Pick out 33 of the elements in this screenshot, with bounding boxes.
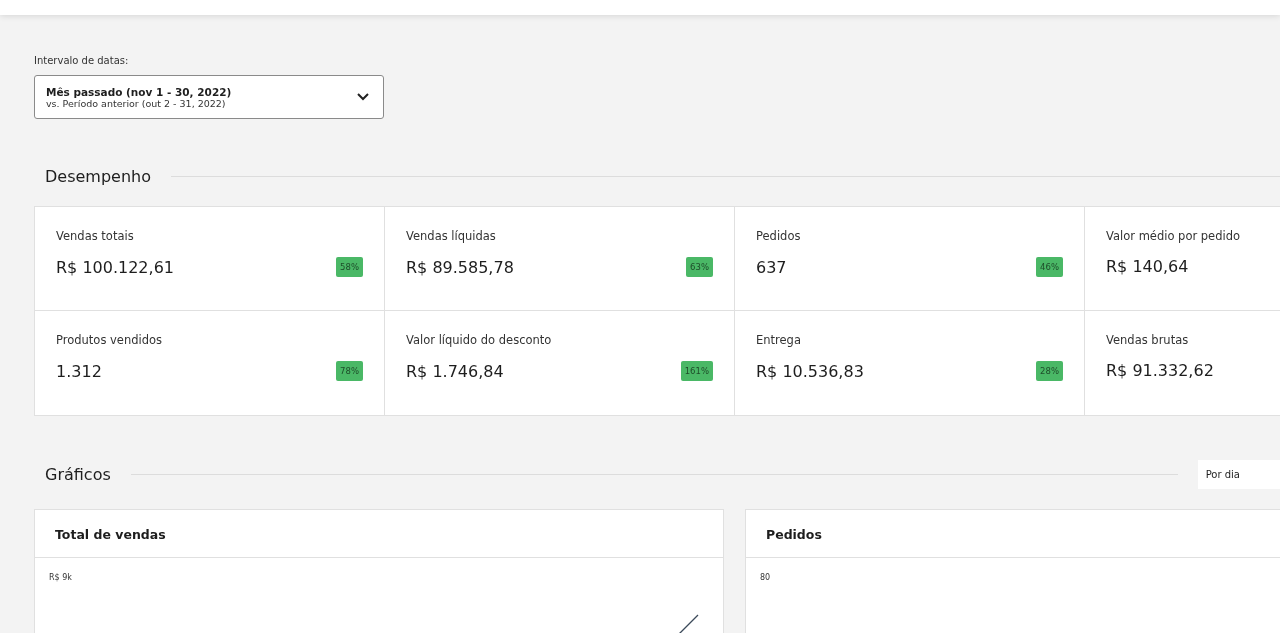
metric-label: Vendas líquidas bbox=[406, 229, 497, 243]
interval-select[interactable]: Por dia bbox=[1197, 460, 1280, 489]
metric-value: R$ 1.746,84 bbox=[406, 361, 504, 381]
metric-value: R$ 10.536,83 bbox=[756, 361, 864, 381]
metric-label: Vendas brutas bbox=[1106, 333, 1190, 347]
metric-label: Pedidos bbox=[756, 229, 802, 243]
chevron-down-icon bbox=[357, 93, 369, 101]
section-title: Desempenho bbox=[45, 167, 151, 186]
metric-value: R$ 100.122,61 bbox=[56, 257, 174, 277]
metric-label: Entrega bbox=[756, 333, 802, 347]
metric-label: Produtos vendidos bbox=[56, 333, 163, 347]
change-badge: 46% bbox=[1036, 257, 1063, 277]
metric-value: 1.312 bbox=[56, 361, 102, 381]
metric-value: 637 bbox=[756, 257, 787, 277]
metric-value: R$ 91.332,62 bbox=[1106, 361, 1214, 380]
date-range-dropdown[interactable]: Mês passado (nov 1 - 30, 2022) vs. Período anterior (out 2 - 31, 2022) bbox=[34, 75, 384, 119]
section-title: Gráficos bbox=[45, 465, 111, 484]
change-badge: 78% bbox=[336, 361, 363, 381]
chart-title: Total de vendas bbox=[55, 527, 166, 542]
change-badge: 63% bbox=[686, 257, 713, 277]
change-badge: 28% bbox=[1036, 361, 1063, 381]
metric-value: R$ 140,64 bbox=[1106, 257, 1189, 276]
chart-title: Pedidos bbox=[766, 527, 822, 542]
change-badge: 58% bbox=[336, 257, 363, 277]
axis-label: R$ 9k bbox=[49, 573, 72, 582]
axis-label: 80 bbox=[760, 573, 771, 582]
date-range-label: Intervalo de datas: bbox=[34, 55, 130, 66]
metric-label: Vendas totais bbox=[56, 229, 135, 243]
metric-label: Valor líquido do desconto bbox=[406, 333, 553, 347]
line-chart-drawing bbox=[677, 614, 699, 633]
change-badge: 161% bbox=[680, 361, 713, 381]
metric-label: Valor médio por pedido bbox=[1106, 229, 1242, 243]
metric-value: R$ 89.585,78 bbox=[406, 257, 514, 277]
